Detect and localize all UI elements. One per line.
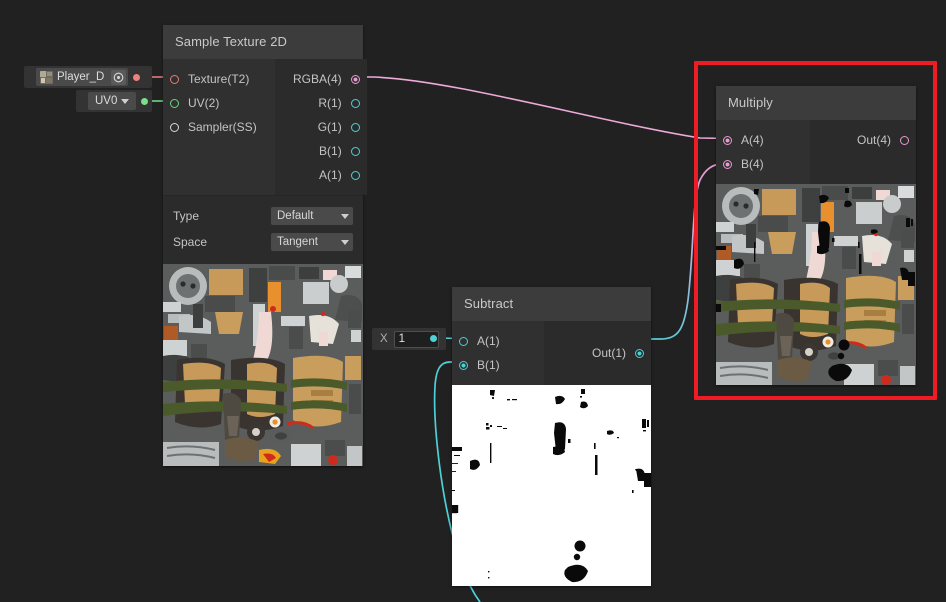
chevron-down-icon [341,213,349,219]
input-port-a[interactable]: A(1) [452,329,544,353]
setting-label-space: Space [173,235,208,249]
float-output-port[interactable] [430,334,439,343]
output-port-g[interactable]: G(1) [275,115,367,139]
property-name-label: Player_D [57,71,105,83]
input-port-texture[interactable]: Texture(T2) [163,67,275,91]
node-subtract[interactable]: Subtract A(1) B(1) Out(1) [452,287,651,586]
port-dot-b[interactable] [350,146,360,156]
output-port-label-multiply-out: Out(4) [856,133,891,147]
port-dot-g[interactable] [350,122,360,132]
port-dot-green [140,97,148,105]
input-ports-subtract: A(1) B(1) [452,321,544,385]
chevron-down-icon [121,98,130,104]
node-multiply[interactable]: Multiply A(4) B(4) Out(4) [716,86,916,385]
texture-thumbnail [40,70,53,84]
output-ports-sample-texture-2d: RGBA(4) R(1) G(1) B(1) A(1) [275,59,367,195]
axis-label-x: X [380,333,388,345]
input-port-label-subtract-b: B(1) [477,358,500,372]
object-picker-icon[interactable] [111,69,127,85]
port-dot-cyan [430,335,437,342]
output-port-label-b: B(1) [319,144,342,158]
input-port-multiply-b[interactable]: B(4) [716,152,810,176]
mask-black-white-preview [452,385,651,586]
setting-value-space: Tangent [277,236,318,248]
input-port-label-subtract-a: A(1) [477,334,500,348]
setting-value-type: Default [277,210,314,222]
port-dot-subtract-a[interactable] [459,336,468,346]
node-preview-sample-texture-2d[interactable] [163,264,363,466]
port-dot-uv[interactable] [170,98,179,108]
chevron-down-icon [341,239,349,245]
texture-atlas-masked-preview [716,184,916,385]
node-preview-multiply[interactable] [716,184,916,385]
input-port-multiply-a[interactable]: A(4) [716,128,810,152]
node-ports-subtract: A(1) B(1) Out(1) [452,321,651,385]
output-port-label-r: R(1) [318,96,342,110]
output-port-a[interactable]: A(1) [275,163,367,187]
input-ports-sample-texture-2d: Texture(T2) UV(2) Sampler(SS) [163,59,275,195]
property-pill-player-d[interactable]: Player_D [36,68,128,86]
uv-channel-label: UV0 [95,95,118,107]
setting-row-type: Type Default [173,204,353,228]
input-port-b[interactable]: B(1) [452,353,544,377]
port-dot-multiply-out[interactable] [900,135,909,145]
port-dot-r[interactable] [350,98,360,108]
input-port-label-texture: Texture(T2) [188,72,250,86]
output-port-rgba[interactable]: RGBA(4) [275,67,367,91]
property-node-uv0[interactable]: UV0 [76,90,152,112]
property-output-port-player-d[interactable] [128,73,144,81]
output-ports-subtract: Out(1) [544,321,651,385]
port-dot-multiply-a[interactable] [723,135,732,145]
uv-channel-dropdown[interactable]: UV0 [88,92,136,110]
port-dot-rgba[interactable] [350,74,360,84]
property-node-player-d[interactable]: Player_D [24,66,152,88]
node-sample-texture-2d[interactable]: Sample Texture 2D Texture(T2) UV(2) Samp… [163,25,367,466]
node-title-subtract[interactable]: Subtract [452,287,651,321]
input-port-label-multiply-b: B(4) [741,157,764,171]
input-port-label-sampler: Sampler(SS) [188,120,257,134]
input-port-label-multiply-a: A(4) [741,133,764,147]
port-dot-subtract-b[interactable] [459,360,468,370]
node-title-multiply[interactable]: Multiply [716,86,916,120]
input-port-uv[interactable]: UV(2) [163,91,275,115]
node-ports-multiply: A(4) B(4) Out(4) [716,120,916,184]
output-port-b[interactable]: B(1) [275,139,367,163]
node-ports-sample-texture-2d: Texture(T2) UV(2) Sampler(SS) RGBA(4) R(… [163,59,367,195]
port-dot-subtract-out[interactable] [635,348,644,358]
output-port-label-subtract-out: Out(1) [591,346,626,360]
setting-label-type: Type [173,209,200,223]
port-dot-multiply-b[interactable] [723,159,732,169]
output-port-label-rgba: RGBA(4) [293,72,342,86]
port-dot-a[interactable] [350,170,360,180]
output-port-label-a: A(1) [319,168,342,182]
wire-rgba-to-multiply-a [353,76,731,140]
setting-dropdown-type[interactable]: Default [271,207,353,225]
property-output-port-uv0[interactable] [136,97,152,105]
output-port-subtract-out[interactable]: Out(1) [544,341,651,365]
output-port-multiply-out[interactable]: Out(4) [810,128,916,152]
texture-atlas-color-preview [163,264,363,466]
port-dot-red [132,73,140,81]
output-port-r[interactable]: R(1) [275,91,367,115]
node-preview-subtract[interactable] [452,385,651,586]
output-ports-multiply: Out(4) [810,120,916,184]
port-dot-texture[interactable] [170,74,179,84]
node-title-sample-texture-2d[interactable]: Sample Texture 2D [163,25,363,59]
input-port-sampler[interactable]: Sampler(SS) [163,115,275,139]
input-port-label-uv: UV(2) [188,96,220,110]
port-dot-sampler[interactable] [170,122,179,132]
setting-row-space: Space Tangent [173,230,353,254]
output-port-label-g: G(1) [317,120,342,134]
setting-dropdown-space[interactable]: Tangent [271,233,353,251]
node-settings-sample-texture-2d: Type Default Space Tangent [163,195,363,264]
input-ports-multiply: A(4) B(4) [716,120,810,184]
shader-graph-canvas[interactable]: Player_D UV0 Sample Texture 2D Texture(T… [0,0,946,602]
